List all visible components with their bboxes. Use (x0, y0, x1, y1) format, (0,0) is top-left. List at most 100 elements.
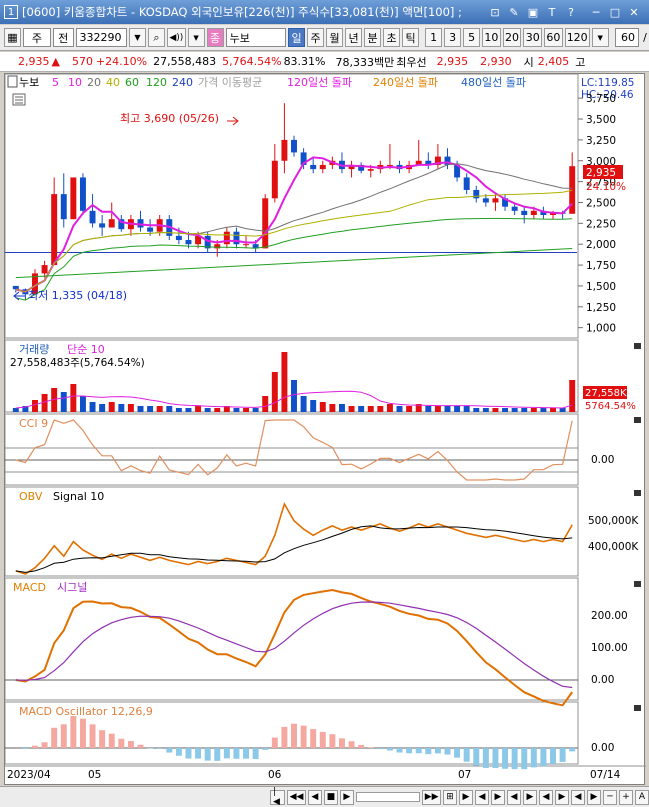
code-dropdown-icon[interactable]: ▼ (128, 28, 146, 47)
volume-bar (550, 408, 556, 412)
text-icon[interactable]: T (544, 4, 560, 20)
sound-icon[interactable]: ◀)) (166, 28, 186, 47)
osc-bar (348, 741, 355, 748)
tab-tick[interactable]: 틱 (402, 28, 420, 47)
minute-1-button[interactable]: 1 (425, 28, 443, 47)
code-input[interactable]: 332290 (75, 28, 127, 47)
stop-button[interactable]: ■ (323, 789, 338, 805)
minute-10-button[interactable]: 10 (482, 28, 501, 47)
maximize-button[interactable]: □ (607, 4, 623, 20)
minute-60-button[interactable]: 60 (544, 28, 563, 47)
open-label: 시 (523, 55, 534, 69)
osc-bar (377, 748, 384, 750)
macd-signal-label: 시그널 (57, 581, 87, 594)
minute-20-button[interactable]: 20 (502, 28, 522, 47)
candle-body (271, 160, 278, 199)
rewind-button[interactable]: ◀◀ (287, 789, 306, 805)
nav-button-c[interactable]: ▶ (490, 789, 505, 805)
best-ask: 2,935 (436, 55, 469, 68)
volume-bar (367, 406, 374, 412)
play-button[interactable]: ▶ (339, 789, 354, 805)
layout-icon[interactable]: ▣ (525, 4, 541, 20)
candle-body (291, 139, 297, 153)
osc-bar (70, 716, 77, 748)
panel-frame (4, 413, 579, 486)
candle-body (60, 194, 67, 220)
osc-bar (271, 737, 278, 748)
osc-bar (156, 748, 163, 749)
nav-button-b[interactable]: ◀ (474, 789, 489, 805)
candle-body (530, 210, 537, 215)
layout-button[interactable]: ⊞ (442, 789, 457, 805)
chart-type-icon[interactable]: ▦ (4, 28, 21, 47)
chart-area[interactable]: 누보 5 10 20 40 60 120 240 가격 이동평균 120일선 돌… (4, 73, 646, 786)
nav-button-e[interactable]: ▶ (522, 789, 537, 805)
tab-week[interactable]: 주 (307, 28, 325, 47)
legend-box-icon[interactable] (7, 75, 18, 88)
volume-bar (521, 408, 528, 412)
volume-bar (482, 408, 489, 412)
candle-body (243, 244, 250, 246)
tab-minute[interactable]: 분 (364, 28, 382, 47)
market-select[interactable]: 전 (52, 28, 74, 47)
link-icon[interactable]: ⊡ (487, 4, 503, 20)
tab-month[interactable]: 월 (326, 28, 344, 47)
minute-3-button[interactable]: 3 (444, 28, 462, 47)
time-scroll-track[interactable] (355, 792, 421, 802)
legend-ma-20: 20 (87, 76, 101, 89)
first-page-button[interactable]: |◀ (270, 787, 286, 807)
window-title: [0600] 키움종합차트 - KOSDAQ 외국인보유[226(천)] 주식수… (22, 5, 462, 19)
osc-bar (127, 741, 134, 748)
tab-year[interactable]: 년 (345, 28, 363, 47)
forward-button[interactable]: ▶▶ (422, 789, 441, 805)
osc-bar (281, 726, 288, 748)
nav-button-i[interactable]: ▶ (586, 789, 601, 805)
panel-close-icon (634, 581, 641, 587)
chart-svg[interactable]: 누보 5 10 20 40 60 120 240 가격 이동평균 120일선 돌… (4, 73, 646, 786)
minimize-button[interactable]: ─ (588, 4, 604, 20)
osc-bar (358, 744, 365, 748)
nav-button-a[interactable]: ▶ (458, 789, 473, 805)
candle-body (147, 227, 154, 232)
auto-scale-button[interactable]: A (634, 789, 649, 805)
obv-signal-line (15, 525, 573, 573)
osc-bar (291, 723, 297, 748)
minute-30-button[interactable]: 30 (523, 28, 543, 47)
cci-tick: 0.00 (591, 454, 614, 466)
osc-bar (502, 748, 509, 769)
period-dropdown-icon[interactable]: ▼ (591, 28, 609, 47)
osc-bar (79, 718, 86, 748)
minute-5-button[interactable]: 5 (463, 28, 481, 47)
osc-bar (310, 729, 317, 748)
zoom-in-button[interactable]: + (618, 789, 633, 805)
nav-button-f[interactable]: ◀ (538, 789, 553, 805)
nav-button-g[interactable]: ▶ (554, 789, 569, 805)
minute-120-button[interactable]: 120 (564, 28, 590, 47)
volume-bar (291, 380, 297, 412)
volume-bar (32, 400, 38, 412)
close-button[interactable]: ✕ (626, 4, 642, 20)
search-icon[interactable]: ⌕ (147, 28, 165, 47)
prev-button[interactable]: ◀ (307, 789, 322, 805)
count-input[interactable]: 60 (614, 28, 639, 47)
tab-day[interactable]: 일 (288, 28, 306, 47)
favorite-icon[interactable]: 종 (206, 28, 224, 47)
period-type-select[interactable]: 주 (23, 28, 51, 47)
sound-dropdown-icon[interactable]: ▼ (187, 28, 205, 47)
ma-20-line (15, 163, 573, 293)
help-icon[interactable]: ? (563, 4, 579, 20)
ma-40-line (15, 189, 573, 293)
volume-bar (127, 404, 134, 412)
zoom-out-button[interactable]: ─ (602, 789, 617, 805)
status-bar: |◀ ◀◀ ◀ ■ ▶ ▶▶ ⊞ ▶ ◀ ▶ ◀ ▶ ◀ ▶ ◀ ▶ ─ + A (0, 786, 649, 807)
volume-bar (12, 408, 19, 412)
nav-button-h[interactable]: ◀ (570, 789, 585, 805)
osc-bar (473, 748, 480, 766)
osc-bar (511, 748, 518, 770)
last-price-label: 2,935 (586, 167, 616, 179)
candle-body (79, 177, 86, 211)
edit-icon[interactable]: ✎ (506, 4, 522, 20)
nav-button-d[interactable]: ◀ (506, 789, 521, 805)
tab-second[interactable]: 초 (383, 28, 401, 47)
stock-name-field: 누보 (225, 28, 287, 47)
